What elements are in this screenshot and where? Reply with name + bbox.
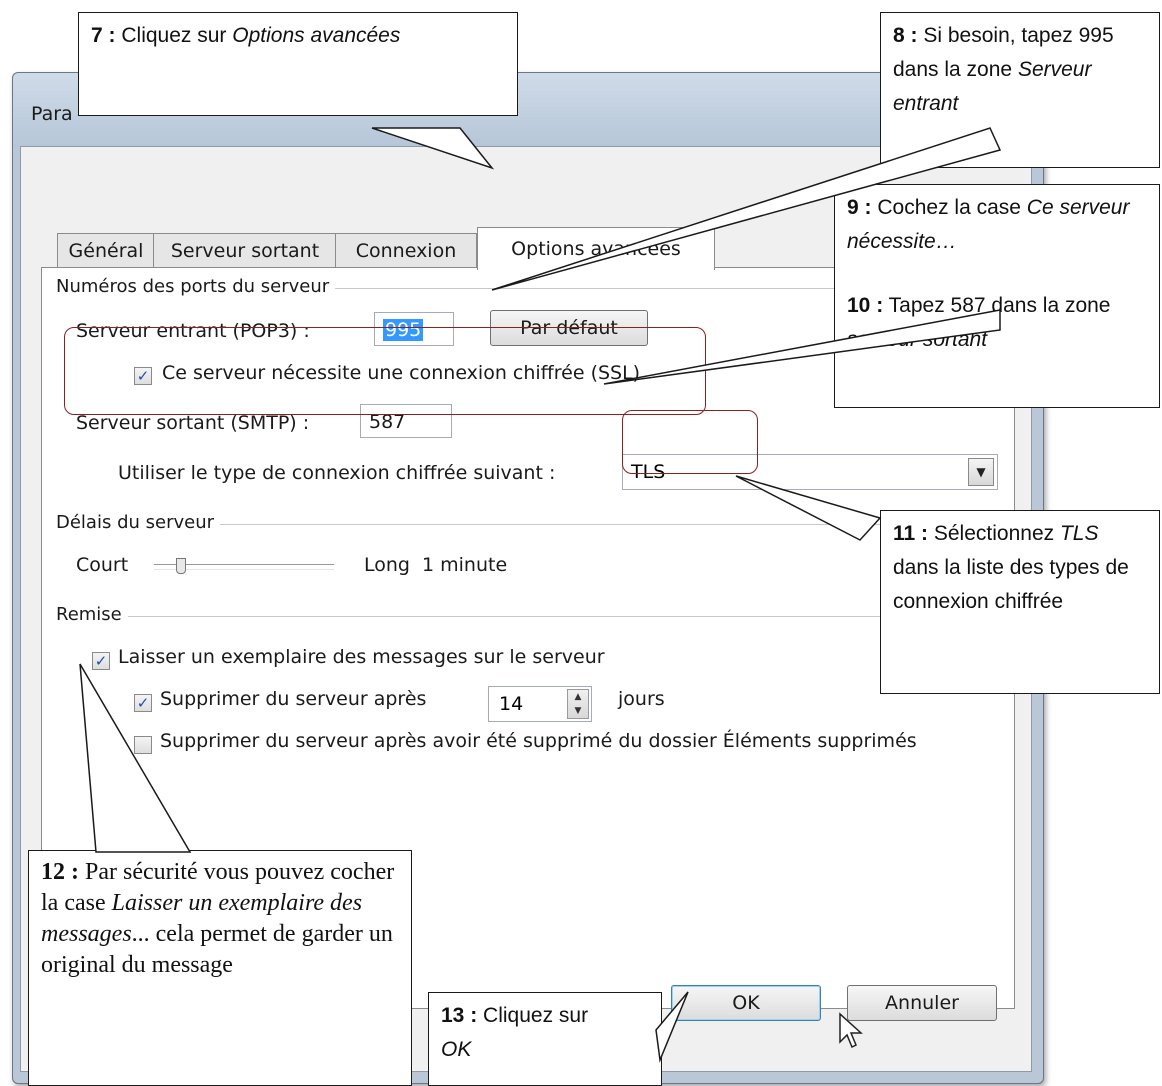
window-title: Para <box>31 103 73 125</box>
tab-outgoing-server[interactable]: Serveur sortant <box>153 233 337 268</box>
callout-step-11: 11 : Sélectionnez TLS dans la liste des … <box>880 510 1160 694</box>
leave-copy-checkbox[interactable]: ✓ <box>92 652 110 670</box>
callout-7-number: 7 : <box>91 24 116 47</box>
callout-step-10: 10 : Tapez 587 dans la zone serveur sort… <box>847 289 1147 357</box>
callout-12-number: 12 : <box>41 859 79 885</box>
callout-11-text: Sélectionnez <box>933 522 1055 545</box>
ports-group-label: Numéros des ports du serveur <box>56 276 336 297</box>
callout-13-text: Cliquez sur <box>483 1004 589 1027</box>
leave-copy-label: Laisser un exemplaire des messages sur l… <box>118 646 605 668</box>
timeout-slider-thumb[interactable] <box>176 558 186 574</box>
callout-7-text: Cliquez sur <box>121 24 233 47</box>
callout-7-emphasis: Options avancées <box>232 24 401 47</box>
timeout-value: 1 minute <box>422 554 508 576</box>
callout-10-number: 10 : <box>847 294 884 317</box>
tls-highlight <box>622 410 758 474</box>
remove-after-label: Supprimer du serveur après <box>160 688 427 710</box>
tab-general[interactable]: Général <box>57 233 155 268</box>
timeout-long-label: Long <box>364 554 410 576</box>
callout-11-text2: dans la liste des types de connexion chi… <box>893 556 1129 613</box>
spinner-arrows-icon[interactable]: ▲ ▼ <box>567 689 589 719</box>
cancel-button[interactable]: Annuler <box>847 985 997 1021</box>
tab-connection[interactable]: Connexion <box>335 233 477 268</box>
callout-10-text: Tapez 587 dans la zone <box>888 294 1111 317</box>
chevron-down-icon[interactable]: ▼ <box>968 458 994 486</box>
callout-9-text: Cochez la case <box>877 196 1027 219</box>
timeout-short-label: Court <box>76 554 129 576</box>
mouse-cursor-icon <box>839 1012 863 1049</box>
callout-step-8: 8 : Si besoin, tapez 995 dans la zone Se… <box>880 12 1160 168</box>
callout-step-13: 13 : Cliquez sur OK <box>428 992 662 1086</box>
delivery-group-label: Remise <box>56 604 128 625</box>
callout-10-emphasis: serveur sortant <box>847 328 988 351</box>
days-label: jours <box>618 688 665 710</box>
encryption-type-label: Utiliser le type de connexion chiffrée s… <box>118 462 556 484</box>
callout-8-number: 8 : <box>893 24 918 47</box>
callout-step-12: 12 : Par sécurité vous pouvez cocher la … <box>28 850 412 1086</box>
callout-11-emphasis: TLS <box>1059 522 1099 545</box>
timeout-group-label: Délais du serveur <box>56 512 221 533</box>
remove-when-deleted-checkbox[interactable]: ✓ <box>134 736 152 754</box>
remove-when-deleted-label: Supprimer du serveur après avoir été sup… <box>160 730 917 752</box>
remove-after-days-value: 14 <box>499 693 524 715</box>
outgoing-server-label: Serveur sortant (SMTP) : <box>76 412 310 434</box>
callout-step-7: 7 : Cliquez sur Options avancées <box>78 12 518 116</box>
ssl-outgoing-highlight <box>64 327 706 415</box>
callout-9-number: 9 : <box>847 196 872 219</box>
remove-after-checkbox[interactable]: ✓ <box>134 694 152 712</box>
callout-11-number: 11 : <box>893 522 929 545</box>
callout-13-number: 13 : <box>441 1004 478 1027</box>
callout-step-9: 9 : Cochez la case Ce serveur nécessite… <box>847 191 1147 275</box>
callout-step-9-10: 9 : Cochez la case Ce serveur nécessite…… <box>834 184 1160 408</box>
tab-advanced-options[interactable]: Options avancées <box>477 227 715 270</box>
callout-13-emphasis: OK <box>441 1038 472 1061</box>
remove-after-days-spinner[interactable]: 14 ▲ ▼ <box>488 686 592 722</box>
ok-button[interactable]: OK <box>671 985 821 1021</box>
delivery-group-divider <box>56 616 1006 617</box>
